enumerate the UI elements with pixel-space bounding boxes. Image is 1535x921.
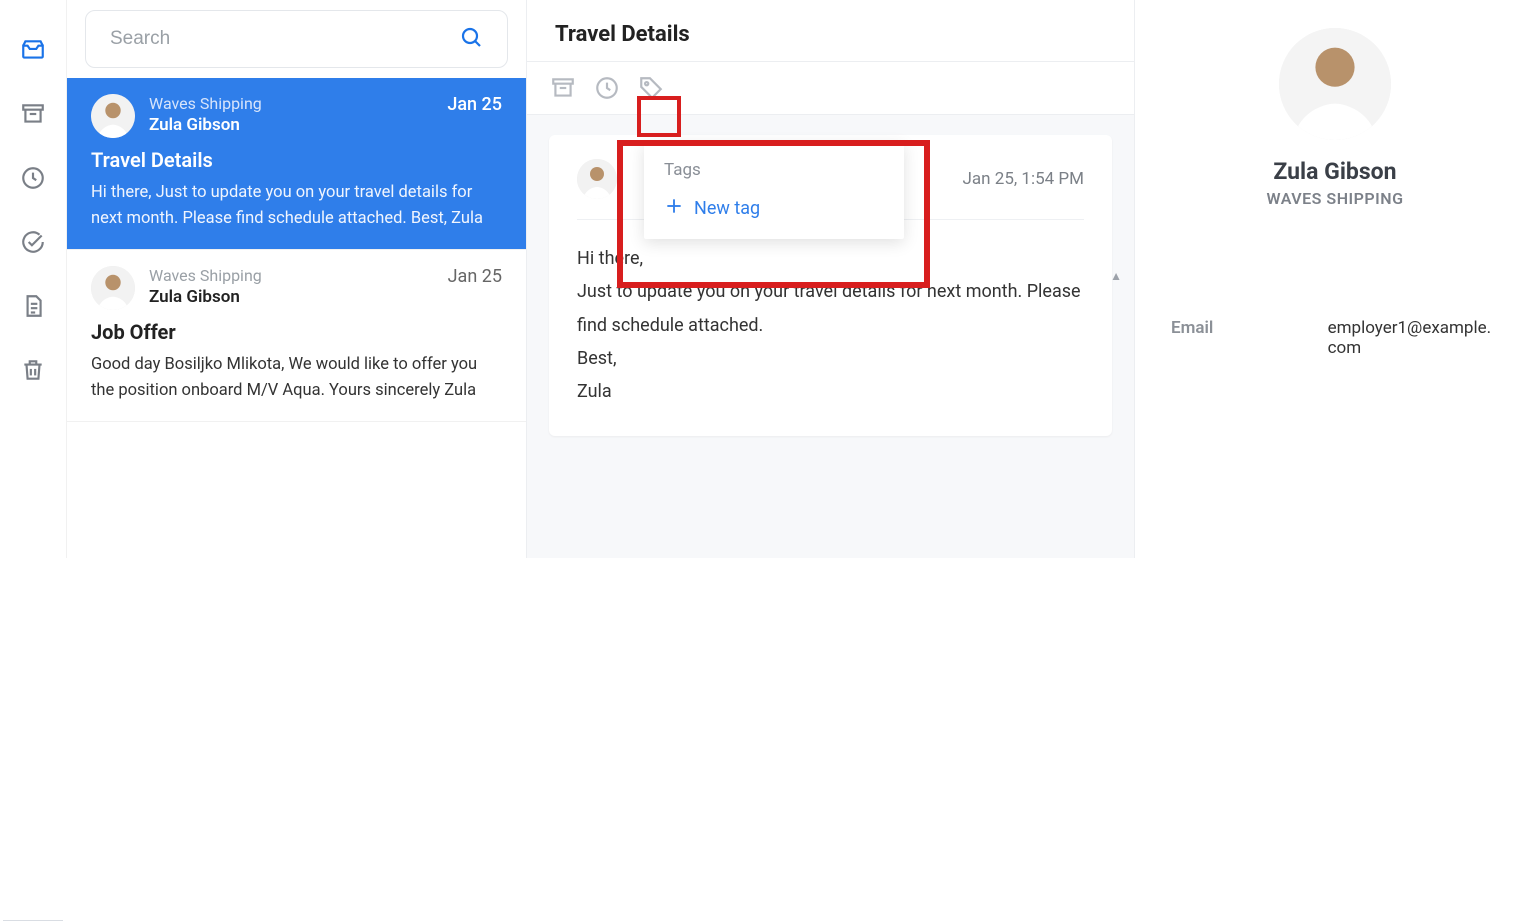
tags-popover-title: Tags	[664, 160, 884, 180]
contact-name: Zula Gibson	[1171, 158, 1499, 185]
contact-email-row: Email employer1@example.com	[1171, 318, 1499, 358]
archive-icon[interactable]	[19, 100, 47, 128]
message-company: Waves Shipping	[149, 94, 433, 113]
message-sender: Zula Gibson	[149, 115, 433, 135]
snooze-action-icon[interactable]	[591, 72, 623, 104]
message-date: Jan 25	[448, 266, 502, 287]
message-date: Jan 25	[447, 94, 502, 115]
detail-action-bar	[527, 61, 1134, 115]
message-sender: Zula Gibson	[149, 287, 434, 307]
search-icon[interactable]	[459, 25, 483, 53]
avatar	[91, 266, 135, 310]
avatar	[577, 159, 617, 199]
tag-action-icon[interactable]	[635, 72, 667, 104]
detail-column: Travel Details ▲	[526, 0, 1135, 558]
search-input[interactable]	[110, 28, 459, 50]
message-company: Waves Shipping	[149, 266, 434, 285]
contact-column: Zula Gibson WAVES SHIPPING Email employe…	[1135, 0, 1535, 558]
message-list-column: Waves Shipping Zula Gibson Jan 25 Travel…	[66, 0, 526, 558]
message-timestamp: Jan 25, 1:54 PM	[963, 169, 1084, 189]
search-box[interactable]	[85, 10, 508, 68]
contact-email-value: employer1@example.com	[1328, 318, 1499, 358]
message-subject: Job Offer	[91, 320, 502, 344]
message-item-0[interactable]: Waves Shipping Zula Gibson Jan 25 Travel…	[67, 78, 526, 250]
new-tag-button[interactable]: New tag	[664, 196, 884, 221]
documents-icon[interactable]	[19, 292, 47, 320]
inbox-icon[interactable]	[19, 36, 47, 64]
plus-icon	[664, 196, 684, 221]
scroll-up-arrow-icon[interactable]: ▲	[1110, 269, 1122, 283]
new-tag-label: New tag	[694, 198, 760, 219]
contact-avatar	[1279, 28, 1391, 140]
detail-title: Travel Details	[527, 0, 1134, 61]
message-body: Hi there, Just to update you on your tra…	[577, 242, 1084, 408]
trash-icon[interactable]	[19, 356, 47, 384]
done-icon[interactable]	[19, 228, 47, 256]
message-preview: Hi there, Just to update you on your tra…	[91, 180, 502, 231]
snooze-icon[interactable]	[19, 164, 47, 192]
contact-email-label: Email	[1171, 318, 1328, 358]
message-subject: Travel Details	[91, 148, 502, 172]
archive-action-icon[interactable]	[547, 72, 579, 104]
tags-popover: Tags New tag	[644, 142, 904, 239]
avatar	[91, 94, 135, 138]
message-preview: Good day Bosiljko Mlikota, We would like…	[91, 352, 502, 403]
contact-org: WAVES SHIPPING	[1171, 189, 1499, 208]
message-item-1[interactable]: Waves Shipping Zula Gibson Jan 25 Job Of…	[67, 250, 526, 422]
nav-rail	[0, 0, 66, 558]
